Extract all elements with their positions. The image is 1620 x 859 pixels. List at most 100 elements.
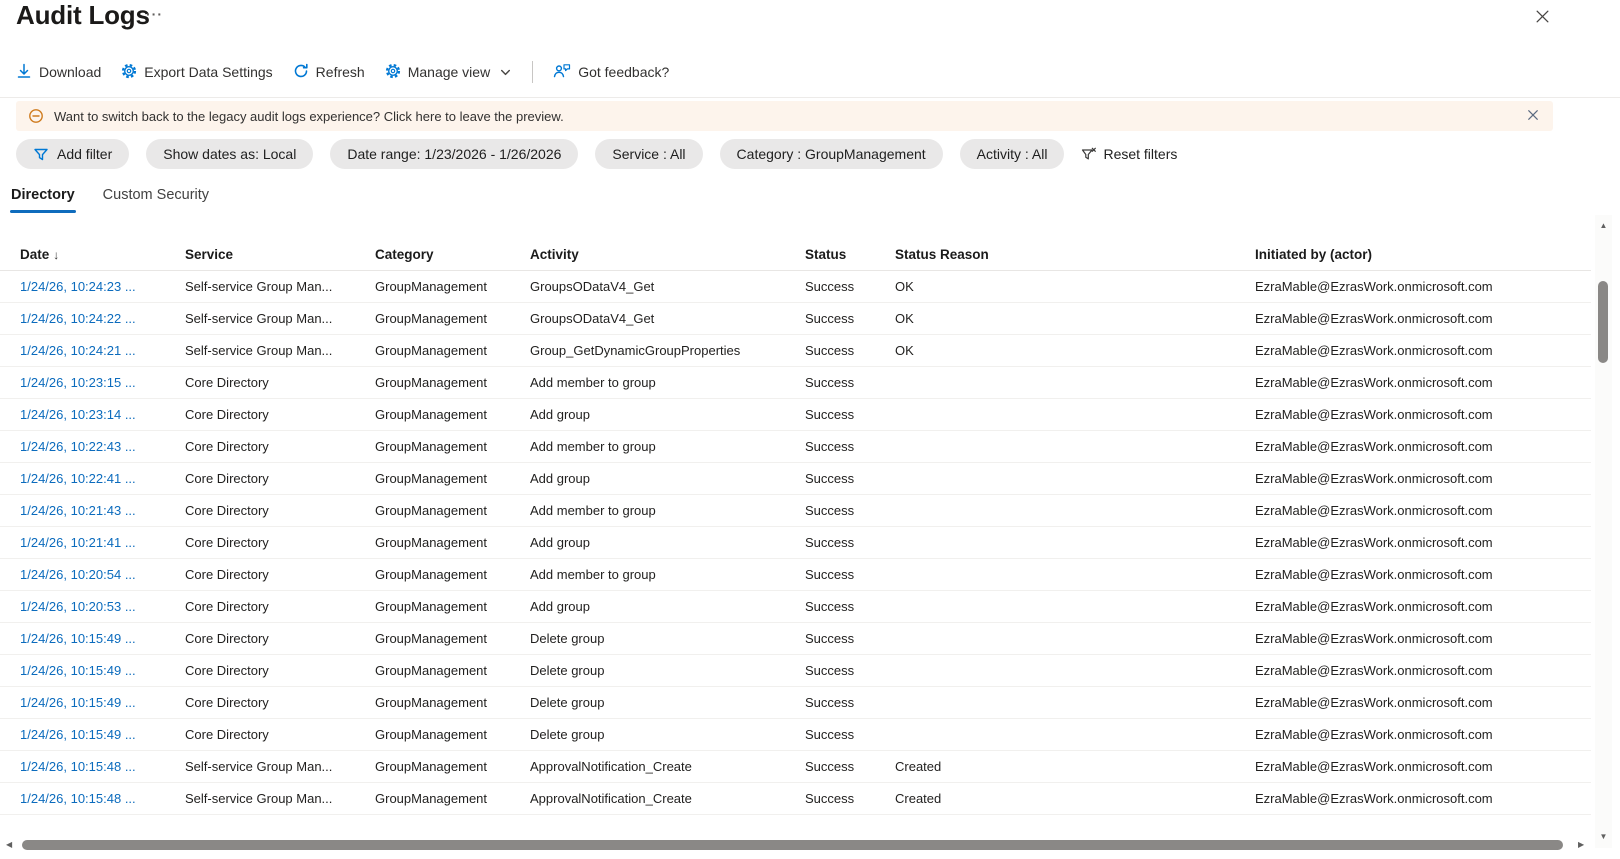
date-link[interactable]: 1/24/26, 10:15:48 ... [20, 759, 185, 774]
table-row[interactable]: 1/24/26, 10:20:54 ... Core Directory Gro… [0, 559, 1591, 591]
date-link[interactable]: 1/24/26, 10:23:15 ... [20, 375, 185, 390]
status-cell: Success [805, 663, 855, 678]
filter-pill[interactable]: Service : All [595, 139, 703, 169]
table-row[interactable]: 1/24/26, 10:24:23 ... Self-service Group… [0, 271, 1591, 303]
column-header-date[interactable]: Date ↓ [20, 247, 185, 262]
filter-pill[interactable]: Category : GroupManagement [719, 139, 943, 169]
table-row[interactable]: 1/24/26, 10:15:48 ... Self-service Group… [0, 751, 1591, 783]
activity-cell: Delete group [530, 631, 605, 646]
column-header-category[interactable]: Category [375, 247, 530, 262]
add-filter-button[interactable]: Add filter [16, 139, 130, 169]
manage-view-button[interactable]: Manage view [385, 63, 513, 82]
table-row[interactable]: 1/24/26, 10:21:41 ... Core Directory Gro… [0, 527, 1591, 559]
table-row[interactable]: 1/24/26, 10:22:41 ... Core Directory Gro… [0, 463, 1591, 495]
title-row: Audit Logs ··· [0, 0, 1620, 42]
date-link[interactable]: 1/24/26, 10:15:49 ... [20, 663, 185, 678]
table-row[interactable]: 1/24/26, 10:15:48 ... Self-service Group… [0, 783, 1591, 815]
column-header-initiated-by[interactable]: Initiated by (actor) [1255, 247, 1591, 262]
date-link[interactable]: 1/24/26, 10:23:14 ... [20, 407, 185, 422]
date-link[interactable]: 1/24/26, 10:21:43 ... [20, 503, 185, 518]
date-link[interactable]: 1/24/26, 10:21:41 ... [20, 535, 185, 550]
column-header-service[interactable]: Service [185, 247, 375, 262]
status-reason-cell: Created [895, 759, 942, 774]
initiated-by-cell: EzraMable@EzrasWork.onmicrosoft.com [1255, 759, 1493, 774]
initiated-by-cell: EzraMable@EzrasWork.onmicrosoft.com [1255, 727, 1493, 742]
vertical-scrollbar-thumb[interactable] [1598, 281, 1608, 363]
date-link[interactable]: 1/24/26, 10:24:22 ... [20, 311, 185, 326]
activity-cell: Add member to group [530, 503, 656, 518]
reset-filters-label: Reset filters [1103, 146, 1178, 162]
horizontal-scrollbar[interactable]: ◀ ▶ [0, 837, 1595, 854]
service-cell: Core Directory [185, 535, 269, 550]
table-row[interactable]: 1/24/26, 10:15:49 ... Core Directory Gro… [0, 719, 1591, 751]
category-cell: GroupManagement [375, 791, 488, 806]
filter-funnel-icon [33, 147, 49, 162]
category-cell: GroupManagement [375, 663, 488, 678]
export-data-settings-label: Export Data Settings [144, 64, 273, 80]
service-cell: Self-service Group Man... [185, 759, 333, 774]
audit-log-table: Date ↓ Service Category Activity Status S… [0, 238, 1591, 815]
page-close-button[interactable] [1533, 7, 1552, 29]
activity-cell: Delete group [530, 663, 605, 678]
category-cell: GroupManagement [375, 471, 488, 486]
table-row[interactable]: 1/24/26, 10:24:21 ... Self-service Group… [0, 335, 1591, 367]
status-cell: Success [805, 439, 855, 454]
table-header-row: Date ↓ Service Category Activity Status S… [0, 238, 1591, 271]
scroll-up-arrow-icon[interactable]: ▲ [1595, 219, 1612, 233]
date-link[interactable]: 1/24/26, 10:20:54 ... [20, 567, 185, 582]
filter-pill-label: Show dates as: Local [163, 146, 297, 162]
banner-close-button[interactable] [1525, 107, 1541, 126]
scroll-right-arrow-icon[interactable]: ▶ [1578, 838, 1584, 852]
table-row[interactable]: 1/24/26, 10:23:14 ... Core Directory Gro… [0, 399, 1591, 431]
export-data-settings-button[interactable]: Export Data Settings [121, 63, 273, 82]
initiated-by-cell: EzraMable@EzrasWork.onmicrosoft.com [1255, 311, 1493, 326]
date-link[interactable]: 1/24/26, 10:15:48 ... [20, 791, 185, 806]
category-cell: GroupManagement [375, 439, 488, 454]
activity-cell: Add group [530, 599, 590, 614]
filter-pill[interactable]: Date range: 1/23/2026 - 1/26/2026 [330, 139, 579, 169]
date-link[interactable]: 1/24/26, 10:15:49 ... [20, 695, 185, 710]
date-link[interactable]: 1/24/26, 10:15:49 ... [20, 631, 185, 646]
refresh-button[interactable]: Refresh [293, 63, 365, 82]
reset-filters-button[interactable]: Reset filters [1081, 146, 1177, 162]
date-link[interactable]: 1/24/26, 10:20:53 ... [20, 599, 185, 614]
status-cell: Success [805, 407, 855, 422]
date-link[interactable]: 1/24/26, 10:24:21 ... [20, 343, 185, 358]
filter-pill[interactable]: Show dates as: Local [146, 139, 314, 169]
date-link[interactable]: 1/24/26, 10:15:49 ... [20, 727, 185, 742]
service-cell: Core Directory [185, 471, 269, 486]
table-row[interactable]: 1/24/26, 10:22:43 ... Core Directory Gro… [0, 431, 1591, 463]
audit-logs-page: Audit Logs ··· Download Export Data Sett… [0, 0, 1620, 859]
vertical-scrollbar[interactable]: ▲ ▼ [1595, 215, 1612, 848]
column-header-status-reason[interactable]: Status Reason [895, 247, 1255, 262]
table-row[interactable]: 1/24/26, 10:15:49 ... Core Directory Gro… [0, 655, 1591, 687]
table-row[interactable]: 1/24/26, 10:15:49 ... Core Directory Gro… [0, 687, 1591, 719]
table-row[interactable]: 1/24/26, 10:23:15 ... Core Directory Gro… [0, 367, 1591, 399]
table-row[interactable]: 1/24/26, 10:15:49 ... Core Directory Gro… [0, 623, 1591, 655]
download-button[interactable]: Download [16, 63, 101, 82]
service-cell: Core Directory [185, 503, 269, 518]
date-link[interactable]: 1/24/26, 10:24:23 ... [20, 279, 185, 294]
service-cell: Core Directory [185, 375, 269, 390]
status-reason-cell: OK [895, 279, 914, 294]
horizontal-scrollbar-thumb[interactable] [22, 840, 1563, 850]
filter-pill[interactable]: Activity : All [959, 139, 1065, 169]
tab[interactable]: Custom Security [102, 185, 210, 213]
status-cell: Success [805, 471, 855, 486]
date-link[interactable]: 1/24/26, 10:22:41 ... [20, 471, 185, 486]
table-row[interactable]: 1/24/26, 10:24:22 ... Self-service Group… [0, 303, 1591, 335]
column-header-status[interactable]: Status [805, 247, 895, 262]
chevron-down-icon [499, 66, 512, 79]
refresh-label: Refresh [315, 64, 365, 80]
tab[interactable]: Directory [10, 185, 76, 213]
more-options-button[interactable]: ··· [146, 6, 163, 22]
date-link[interactable]: 1/24/26, 10:22:43 ... [20, 439, 185, 454]
banner-message[interactable]: Want to switch back to the legacy audit … [54, 109, 1525, 124]
initiated-by-cell: EzraMable@EzrasWork.onmicrosoft.com [1255, 791, 1493, 806]
table-row[interactable]: 1/24/26, 10:21:43 ... Core Directory Gro… [0, 495, 1591, 527]
table-row[interactable]: 1/24/26, 10:20:53 ... Core Directory Gro… [0, 591, 1591, 623]
got-feedback-button[interactable]: Got feedback? [553, 63, 669, 82]
scroll-down-arrow-icon[interactable]: ▼ [1595, 830, 1612, 844]
scroll-left-arrow-icon[interactable]: ◀ [6, 838, 12, 852]
column-header-activity[interactable]: Activity [530, 247, 805, 262]
